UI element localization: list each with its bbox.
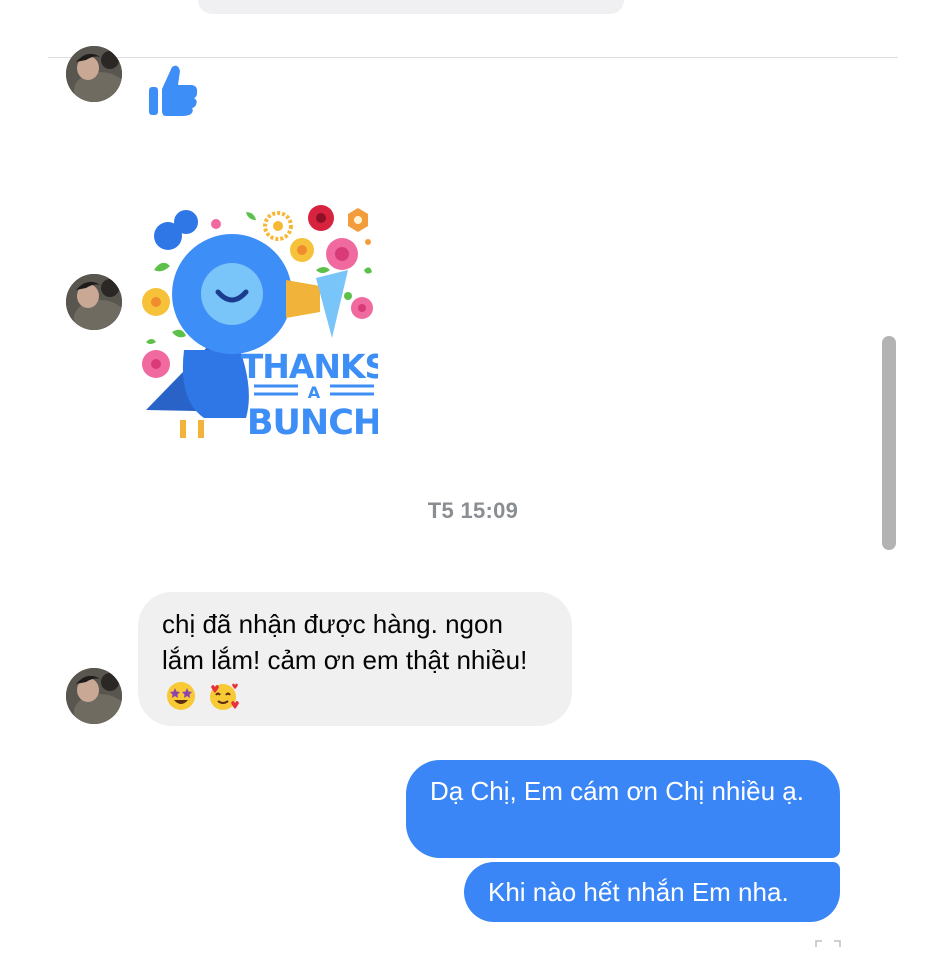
contact-avatar[interactable] <box>66 46 122 102</box>
sticker-text-bunch: BUNCH <box>247 403 378 442</box>
outgoing-message-bubble[interactable]: Dạ Chị, Em cám ơn Chị nhiều ạ. <box>406 760 840 858</box>
incoming-message-bubble[interactable]: chị đã nhận được hàng. ngon lắm lắm! cảm… <box>138 592 572 726</box>
star-struck-emoji <box>166 681 196 720</box>
sticker-text-a: A <box>308 383 321 402</box>
contact-avatar[interactable] <box>66 274 122 330</box>
outgoing-message-bubble[interactable]: Khi nào hết nhắn Em nha. <box>464 862 840 922</box>
outgoing-message-text: Dạ Chị, Em cám ơn Chị nhiều ạ. <box>430 776 804 806</box>
sticker-text-thanks: THANKS <box>241 347 378 386</box>
thumbs-up-icon[interactable] <box>148 63 200 117</box>
message-timestamp: T5 15:09 <box>427 498 519 523</box>
thanks-a-bunch-sticker[interactable]: THANKS A BUNCH <box>138 200 388 443</box>
incoming-message-text: chị đã nhận được hàng. ngon lắm lắm! cảm… <box>162 609 528 675</box>
scrollbar-thumb[interactable] <box>882 336 896 550</box>
conversation-divider <box>48 57 898 58</box>
contact-avatar[interactable] <box>66 668 122 724</box>
previous-message-bubble[interactable] <box>198 0 624 14</box>
smiling-face-with-hearts-emoji <box>207 681 241 720</box>
seen-indicator-icon <box>814 936 842 947</box>
outgoing-message-text: Khi nào hết nhắn Em nha. <box>488 877 789 907</box>
